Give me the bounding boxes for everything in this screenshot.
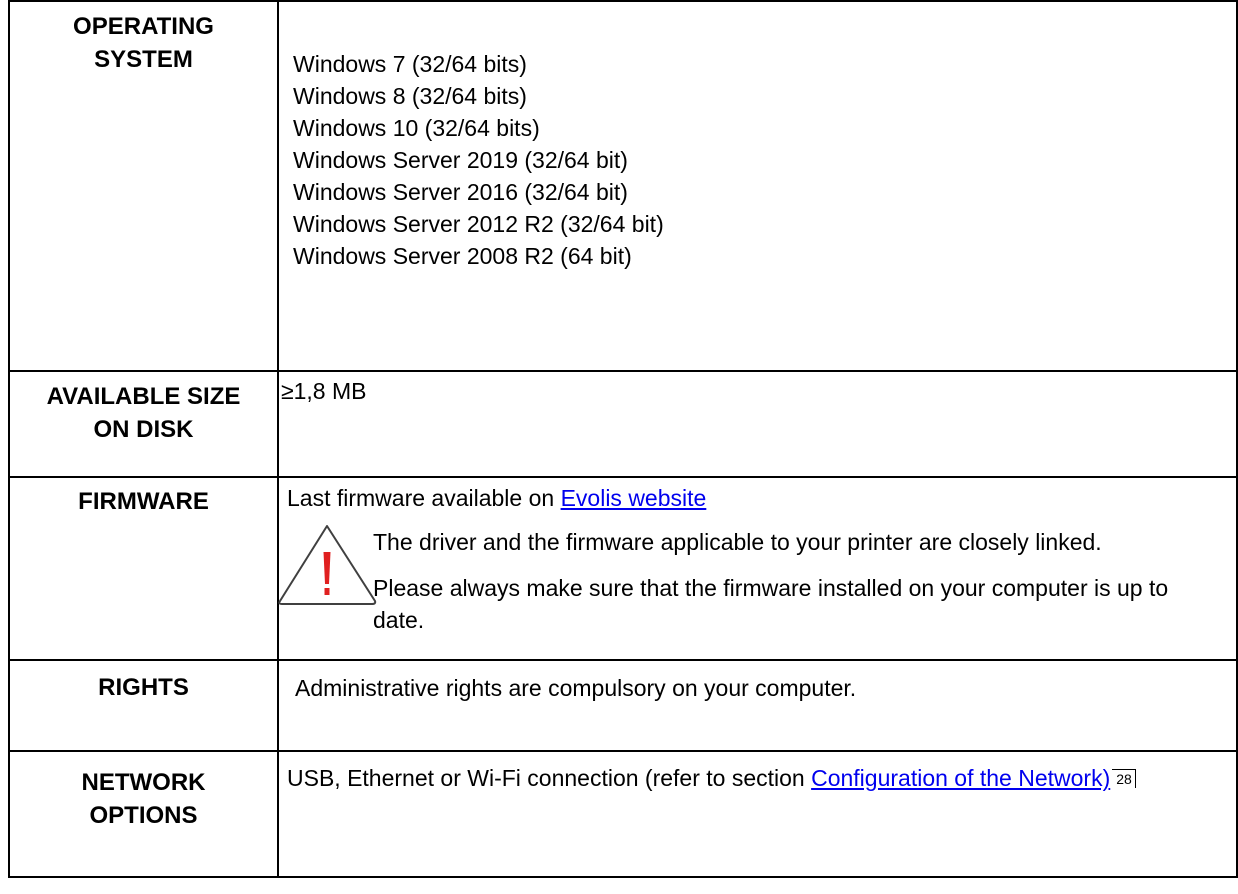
- list-item: Windows Server 2019 (32/64 bit): [293, 147, 628, 173]
- operating-system-label: OPERATING SYSTEM: [8, 0, 279, 372]
- rights-value: Administrative rights are compulsory on …: [295, 675, 857, 701]
- disk-size-label-line1: AVAILABLE SIZE: [46, 383, 241, 410]
- firmware-line-prefix: Last firmware available on: [287, 485, 561, 511]
- table-row-firmware: FIRMWARE Last firmware available on Evol…: [8, 476, 1238, 661]
- network-value: USB, Ethernet or Wi-Fi connection (refer…: [279, 752, 1236, 796]
- list-item: Windows Server 2012 R2 (32/64 bit): [293, 211, 664, 237]
- list-item: Windows 10 (32/64 bits): [293, 115, 540, 141]
- os-list: Windows 7 (32/64 bits) Windows 8 (32/64 …: [279, 2, 1236, 272]
- operating-system-value: Windows 7 (32/64 bits) Windows 8 (32/64 …: [277, 0, 1238, 372]
- configuration-network-link[interactable]: Configuration of the Network): [811, 765, 1110, 791]
- network-label: NETWORK OPTIONS: [8, 750, 279, 878]
- network-value-cell: USB, Ethernet or Wi-Fi connection (refer…: [277, 750, 1238, 878]
- network-text-prefix: USB, Ethernet or Wi-Fi connection (refer…: [287, 765, 812, 791]
- disk-size-label-line2: ON DISK: [93, 416, 194, 443]
- operating-system-label-line1: OPERATING: [73, 13, 214, 40]
- network-label-line2: OPTIONS: [89, 802, 198, 829]
- rights-label: RIGHTS: [8, 659, 279, 752]
- warning-text-1: The driver and the firmware applicable t…: [373, 529, 1102, 555]
- network-label-line1: NETWORK: [81, 769, 206, 796]
- disk-size-label: AVAILABLE SIZE ON DISK: [8, 370, 279, 478]
- table-row-operating-system: OPERATING SYSTEM Windows 7 (32/64 bits) …: [8, 0, 1238, 372]
- firmware-value-cell: Last firmware available on Evolis websit…: [277, 476, 1238, 661]
- firmware-label: FIRMWARE: [8, 476, 279, 661]
- list-item: Windows 7 (32/64 bits): [293, 51, 527, 77]
- page-reference[interactable]: 28: [1112, 769, 1136, 788]
- disk-size-value-cell: ≥1,8 MB: [277, 370, 1238, 478]
- document-page: OPERATING SYSTEM Windows 7 (32/64 bits) …: [0, 0, 1238, 894]
- table-row-rights: RIGHTS Administrative rights are compuls…: [8, 659, 1238, 752]
- warning-text-block: The driver and the firmware applicable t…: [373, 522, 1236, 636]
- list-item: Windows Server 2008 R2 (64 bit): [293, 243, 632, 269]
- disk-size-value: ≥1,8 MB: [281, 378, 367, 404]
- firmware-line: Last firmware available on Evolis websit…: [279, 478, 1236, 514]
- warning-text-2: Please always make sure that the firmwar…: [373, 575, 1169, 633]
- rights-value-cell: Administrative rights are compulsory on …: [277, 659, 1238, 752]
- operating-system-label-line2: SYSTEM: [94, 46, 193, 73]
- list-item: Windows Server 2016 (32/64 bit): [293, 179, 628, 205]
- table-row-network: NETWORK OPTIONS USB, Ethernet or Wi-Fi c…: [8, 750, 1238, 878]
- firmware-label-text: FIRMWARE: [78, 488, 209, 515]
- evolis-website-link[interactable]: Evolis website: [561, 485, 707, 511]
- list-item: Windows 8 (32/64 bits): [293, 83, 527, 109]
- firmware-warning: The driver and the firmware applicable t…: [278, 514, 1236, 636]
- rights-label-text: RIGHTS: [98, 674, 189, 701]
- requirements-table: OPERATING SYSTEM Windows 7 (32/64 bits) …: [8, 0, 1238, 878]
- warning-triangle-icon: [278, 525, 377, 605]
- table-row-disk-size: AVAILABLE SIZE ON DISK ≥1,8 MB: [8, 370, 1238, 478]
